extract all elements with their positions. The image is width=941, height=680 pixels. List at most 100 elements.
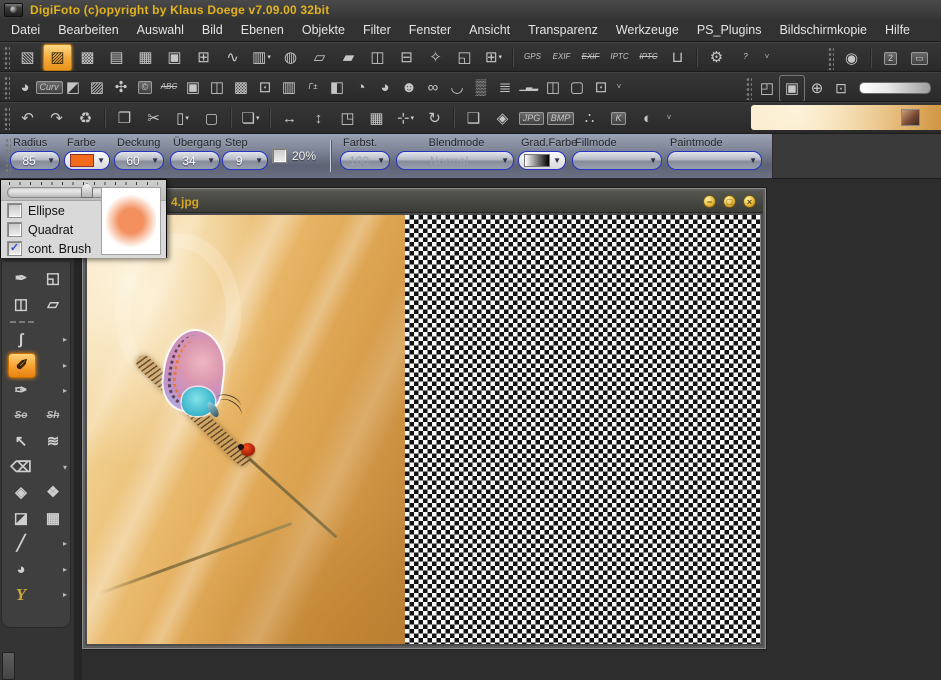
bmp-export-icon[interactable]: BMP▾ xyxy=(547,106,574,131)
save-copy-icon[interactable]: ⊟▾ xyxy=(393,45,420,70)
kelvin-icon[interactable]: K▾ xyxy=(605,106,632,131)
tool-flyout-caret[interactable]: ▾ xyxy=(63,463,67,472)
separator[interactable]: ▾ xyxy=(268,106,272,131)
panel-resize-handle[interactable] xyxy=(2,652,15,680)
scanline-icon[interactable]: ≣▾ xyxy=(493,75,517,100)
zoom-region-icon[interactable]: ⊡▾ xyxy=(829,76,853,101)
color-drop-icon[interactable]: ◈▾ xyxy=(489,106,516,131)
import-scan-icon[interactable]: ▧▾ xyxy=(14,45,41,70)
dual-monitor-icon[interactable]: 2▾ xyxy=(877,46,904,71)
resize-image-icon[interactable]: ◱▾ xyxy=(451,45,478,70)
toolbar-grip[interactable] xyxy=(3,75,10,99)
menu-item[interactable]: Bildschirmkopie xyxy=(770,20,876,40)
copy-icon[interactable]: ❐▾ xyxy=(111,106,138,131)
channel-mixer-icon[interactable]: ◫▾ xyxy=(541,75,565,100)
flip-vertical-icon[interactable]: ↕▾ xyxy=(305,106,332,131)
blendmode-combo[interactable]: Normal ▼ xyxy=(396,151,514,170)
window-minimize-button[interactable]: − xyxy=(703,195,716,208)
slideshow-icon[interactable]: ∿▾ xyxy=(219,45,246,70)
uebergang-combo[interactable]: 34 ▼ xyxy=(170,151,220,170)
halftone-icon[interactable]: ▒▾ xyxy=(469,75,493,100)
pinwheel-effect-icon[interactable]: ✣▾ xyxy=(109,75,133,100)
flip-horizontal-icon[interactable]: ↔▾ xyxy=(276,106,303,131)
toolbar-grip[interactable] xyxy=(827,46,834,70)
window-close-button[interactable]: × xyxy=(743,195,756,208)
transparency-checkerboard[interactable] xyxy=(405,215,761,644)
separator[interactable]: ▾ xyxy=(695,45,699,70)
gamma-tool-icon[interactable]: Y xyxy=(8,583,34,606)
copyright-stamp-icon[interactable]: ©▾ xyxy=(133,75,157,100)
menu-item[interactable]: Bearbeiten xyxy=(49,20,127,40)
fillmode-combo[interactable]: ▼ xyxy=(572,151,662,170)
copy-file-icon[interactable]: ❑▾ xyxy=(460,106,487,131)
folder-image-icon[interactable]: ▰▾ xyxy=(335,45,362,70)
slide-frame-icon[interactable]: ◫▾ xyxy=(205,75,229,100)
photo-frame-icon[interactable]: ⊡▾ xyxy=(253,75,277,100)
rounded-square-icon[interactable]: ▢▾ xyxy=(565,75,589,100)
clipboard-icon[interactable]: ▤▾ xyxy=(103,45,130,70)
fit-window-icon[interactable]: ▣▾ xyxy=(779,75,805,102)
folder-closed-icon[interactable]: ▱▾ xyxy=(306,45,333,70)
texture-stamp-icon[interactable]: ▩▾ xyxy=(229,75,253,100)
menu-item[interactable]: Hilfe xyxy=(876,20,919,40)
sharpen-brush-icon[interactable]: Sh xyxy=(40,405,66,428)
multi-brush-icon[interactable]: ✑ xyxy=(8,379,34,402)
menu-item[interactable]: Bild xyxy=(193,20,232,40)
cut-icon[interactable]: ✂▾ xyxy=(140,106,167,131)
print-icon[interactable]: ⊞▾ xyxy=(480,45,507,70)
crop-icon[interactable]: ◱ xyxy=(40,267,66,290)
texture-photo-icon[interactable]: ▩▾ xyxy=(751,105,941,130)
menu-item[interactable]: Ebenen xyxy=(232,20,293,40)
image-window-titlebar[interactable]: 4.jpg − □ × xyxy=(85,191,763,213)
toolbar-grip[interactable] xyxy=(745,76,752,100)
gradient-diagonal-icon[interactable]: ◩▾ xyxy=(61,75,85,100)
jpg-export-icon[interactable]: JPG▾ xyxy=(518,106,545,131)
menu-item[interactable]: PS_Plugins xyxy=(688,20,771,40)
paintmode-combo[interactable]: ▼ xyxy=(667,151,762,170)
restore-icon[interactable]: ♻▾ xyxy=(72,106,99,131)
filmstrip-icon[interactable]: ▥▾ xyxy=(248,45,275,70)
screenshot-camera-icon[interactable]: ◉▾ xyxy=(838,46,865,71)
transparency-icon[interactable]: ▦▾ xyxy=(363,106,390,131)
sharpen-eye-icon[interactable]: ◕▾ xyxy=(373,75,397,100)
paste-icon[interactable]: ▯▾ xyxy=(169,106,196,131)
batch-scale-icon[interactable]: ∴▾ xyxy=(576,106,603,131)
menu-item[interactable]: Filter xyxy=(354,20,400,40)
separator[interactable]: ▾ xyxy=(869,46,873,71)
gamma-icon[interactable]: Γ±▾ xyxy=(301,75,325,100)
contrast-invert-icon[interactable]: ◧▾ xyxy=(325,75,349,100)
viewer-3d-icon[interactable]: ◰▾ xyxy=(755,76,779,101)
framed-photo-icon[interactable]: ▣▾ xyxy=(181,75,205,100)
window-maximize-button[interactable]: □ xyxy=(723,195,736,208)
clone-stamp-icon[interactable]: ❖ xyxy=(40,481,66,504)
eraser-icon[interactable]: ⌫ xyxy=(8,456,34,479)
paste-as-image-icon[interactable]: ❏▾ xyxy=(237,106,264,131)
histogram-icon[interactable]: ▁▃▂▾ xyxy=(517,75,541,100)
zoom-slider[interactable] xyxy=(859,82,931,94)
stamp-icon[interactable]: ◈ xyxy=(8,481,34,504)
gradient-vertical-icon[interactable]: ▥▾ xyxy=(277,75,301,100)
red-eye-tool-icon[interactable]: ◕ xyxy=(8,558,34,581)
tool-flyout-caret[interactable]: ▸ xyxy=(63,565,67,574)
folder-tool-icon[interactable]: ▱ xyxy=(40,293,66,316)
pattern-fill-icon[interactable]: ▦ xyxy=(40,507,66,530)
web-globe-icon[interactable]: ◍▾ xyxy=(277,45,304,70)
undo-icon[interactable]: ↶▾ xyxy=(14,106,41,131)
hint-help-icon[interactable]: ?▾ xyxy=(732,45,759,70)
exif-delete-icon[interactable]: EXIF▾ xyxy=(577,45,604,70)
toolbar-grip[interactable] xyxy=(3,45,10,69)
open-image-icon[interactable]: ▨▾ xyxy=(43,44,72,71)
separator[interactable]: ▾ xyxy=(229,106,233,131)
glasses-icon[interactable]: ∞▾ xyxy=(421,75,445,100)
menu-item[interactable]: Fenster xyxy=(400,20,460,40)
menu-item[interactable]: Ansicht xyxy=(460,20,519,40)
overflow-icon[interactable]: ˅▾ xyxy=(761,45,773,70)
tool-flyout-caret[interactable]: ▸ xyxy=(63,335,67,344)
separator[interactable]: ▾ xyxy=(452,106,456,131)
rounded-square-dot-icon[interactable]: ⊡▾ xyxy=(589,75,613,100)
iptc-icon[interactable]: IPTC▾ xyxy=(606,45,633,70)
rotate-crop-icon[interactable]: ◳▾ xyxy=(334,106,361,131)
deckung-combo[interactable]: 60 ▼ xyxy=(114,151,164,170)
search-key-icon[interactable]: ✧▾ xyxy=(422,45,449,70)
plugin-icon[interactable]: ⊔▾ xyxy=(664,45,691,70)
